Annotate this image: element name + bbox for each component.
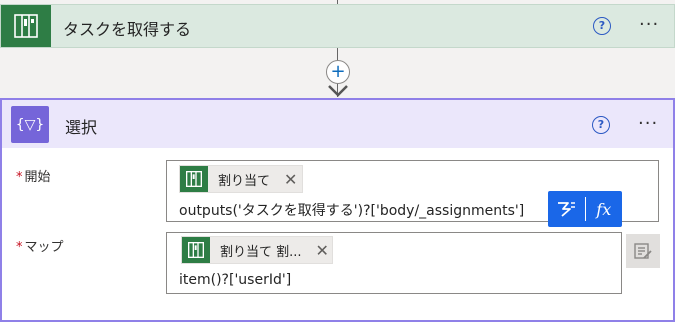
remove-token-icon[interactable]: ✕	[284, 170, 297, 189]
edit-text-mode-icon	[634, 243, 652, 259]
token-label: 割り当て 割...	[220, 244, 302, 260]
dynamic-content-button[interactable]	[548, 191, 585, 227]
remove-token-icon[interactable]: ✕	[316, 241, 329, 260]
lightning-icon	[558, 202, 576, 217]
label-text: マップ	[24, 240, 64, 255]
dynamic-token[interactable]: 割り当て 割... ✕	[181, 236, 333, 264]
add-step-button[interactable]: +	[326, 60, 350, 84]
start-field-label: * 開始	[16, 166, 51, 185]
more-options-icon[interactable]: ···	[638, 115, 658, 133]
dynamic-content-toolbar: fx	[548, 191, 622, 227]
switch-map-mode-button[interactable]	[626, 234, 660, 268]
expression-text: outputs('タスクを取得する')?['body/_assignments'…	[179, 203, 525, 219]
action-card-select: {▽} 選択 ? ··· * 開始 割り当て ✕ outputs('タスクを取得す…	[0, 98, 675, 322]
more-options-icon[interactable]: ···	[639, 16, 659, 34]
arrow-down-icon	[328, 85, 348, 97]
help-icon[interactable]: ?	[592, 116, 610, 134]
planner-icon	[1, 5, 51, 47]
action-title: タスクを取得する	[63, 20, 192, 39]
map-input[interactable]: 割り当て 割... ✕ item()?['userId']	[166, 232, 622, 294]
token-label: 割り当て	[218, 173, 271, 189]
help-icon[interactable]: ?	[593, 17, 611, 35]
action-title: 選択	[65, 118, 98, 137]
data-operation-icon: {▽}	[11, 106, 49, 143]
action-card-get-tasks[interactable]: タスクを取得する ? ···	[0, 4, 675, 48]
dynamic-token[interactable]: 割り当て ✕	[179, 165, 303, 193]
planner-icon	[180, 166, 208, 192]
required-marker: *	[16, 170, 23, 185]
expression-text: item()?['userId']	[179, 272, 292, 288]
required-marker: *	[16, 240, 23, 255]
card-header[interactable]: {▽} 選択 ? ···	[2, 100, 673, 148]
planner-icon	[182, 237, 210, 263]
expression-button[interactable]: fx	[586, 191, 623, 227]
map-field-label: * マップ	[16, 236, 64, 255]
label-text: 開始	[24, 170, 51, 185]
